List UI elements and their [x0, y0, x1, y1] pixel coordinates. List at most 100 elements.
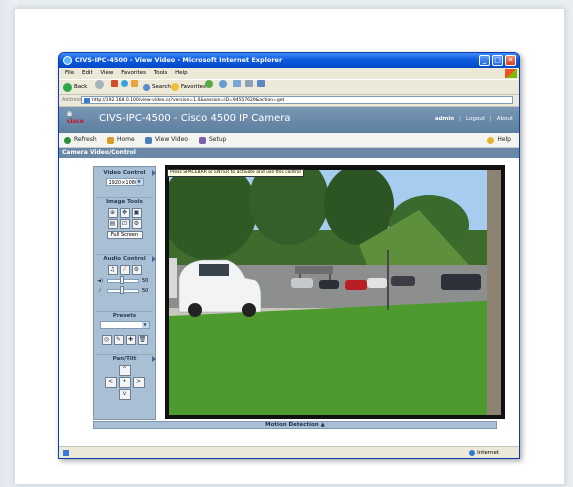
ie-icon: [63, 56, 72, 65]
menu-help[interactable]: Help: [175, 68, 188, 79]
cisco-logo-text: cisco: [67, 118, 84, 125]
audio-buttons: ♫ ⁄ ⚙: [96, 265, 153, 275]
forward-button[interactable]: [95, 80, 104, 89]
car-wheel: [242, 303, 256, 317]
tilt-up-button[interactable]: ^: [118, 365, 131, 376]
video-icon: [145, 136, 152, 144]
volume-slider-row: ◄) 50: [96, 276, 153, 286]
mic-mute-icon[interactable]: ⁄: [119, 265, 130, 275]
tilt-down-button[interactable]: v: [118, 389, 131, 400]
pan-right-button[interactable]: >: [132, 377, 145, 388]
image-tools-row-2: ▤ ⊡ ⚙: [96, 219, 153, 229]
menu-edit[interactable]: Edit: [82, 68, 93, 79]
volume-slider-handle[interactable]: [120, 276, 124, 284]
full-screen-button[interactable]: Full Screen: [106, 231, 143, 239]
minimize-button[interactable]: _: [479, 55, 490, 66]
nav-setup[interactable]: Setup: [199, 133, 226, 147]
pan-tilt-row-3: v: [96, 389, 153, 400]
video-control-group: Video Control 1920×1080 ▼: [96, 169, 156, 198]
live-video[interactable]: [169, 170, 501, 415]
lawn: [169, 300, 501, 415]
fit-icon[interactable]: ⊡: [119, 219, 130, 229]
parked-car: [319, 280, 339, 289]
media-button[interactable]: [205, 80, 213, 88]
tree-trunk: [487, 170, 501, 415]
menu-view[interactable]: View: [100, 68, 113, 79]
expand-arrow-icon[interactable]: [152, 256, 156, 262]
print-button[interactable]: [245, 80, 253, 87]
status-bar: Internet: [59, 446, 519, 458]
nav-refresh-label: Refresh: [74, 136, 97, 143]
menu-favorites[interactable]: Favorites: [121, 68, 146, 79]
refresh-page-icon: [121, 80, 128, 87]
back-arrow-icon: [63, 82, 72, 92]
mic-slider-handle[interactable]: [120, 286, 124, 294]
mail-icon: [233, 80, 241, 87]
nav-refresh[interactable]: Refresh: [64, 133, 97, 147]
audio-control-group: Audio Control ♫ ⁄ ⚙ ◄) 50 ♪ 50: [96, 255, 156, 312]
browser-toolbar: Back Search Favorites: [59, 80, 519, 95]
home-page-icon: [131, 80, 138, 87]
speaker-icon[interactable]: ♫: [107, 265, 118, 275]
search-button[interactable]: Search: [143, 80, 171, 94]
presets-title: Presets: [112, 313, 137, 319]
user-name: admin: [434, 116, 455, 122]
resolution-value: 1920×1080: [108, 180, 139, 186]
search-icon: [143, 83, 150, 91]
pan-home-button[interactable]: •: [118, 377, 131, 388]
nav-view-video[interactable]: View Video: [145, 133, 188, 147]
address-input[interactable]: http://192.168.0.100/view-video.cs?versi…: [81, 96, 513, 104]
expand-arrow-icon[interactable]: [152, 170, 156, 176]
app-header: ılıılı cisco CIVS-IPC-4500 - Cisco 4500 …: [59, 107, 519, 133]
logout-link[interactable]: Logout: [466, 116, 485, 122]
audio-settings-icon[interactable]: ⚙: [131, 265, 142, 275]
preset-goto-icon[interactable]: ◎: [101, 335, 112, 345]
nav-help[interactable]: Help: [487, 133, 511, 147]
move-icon[interactable]: ✥: [119, 208, 130, 218]
security-zone: Internet: [469, 447, 499, 458]
globe-icon: [469, 450, 476, 456]
car-windshield: [199, 264, 229, 276]
title-bar: CIVS-IPC-4500 - View Video - Microsoft I…: [59, 53, 519, 68]
menu-file[interactable]: File: [65, 68, 74, 79]
address-url: http://192.168.0.100/view-video.cs?versi…: [92, 98, 285, 103]
edit-button[interactable]: [257, 80, 265, 87]
motion-detection-toggle[interactable]: Motion Detection ▲: [93, 421, 497, 429]
control-panel: Video Control 1920×1080 ▼ Image Tools ⊕ …: [93, 166, 156, 420]
snapshot-icon[interactable]: ▣: [131, 208, 142, 218]
refresh-page-button[interactable]: [121, 80, 128, 87]
chevron-down-icon: ▼: [135, 179, 143, 185]
history-button[interactable]: [219, 80, 227, 88]
help-icon: [487, 136, 495, 144]
stop-button[interactable]: [111, 80, 118, 87]
mic-slider[interactable]: [107, 286, 139, 294]
preset-edit-icon[interactable]: ✎: [113, 335, 124, 345]
pan-left-button[interactable]: <: [104, 377, 117, 388]
volume-slider[interactable]: [107, 276, 139, 284]
cisco-logo: ılıılı cisco: [67, 111, 91, 129]
home-page-button[interactable]: [131, 80, 138, 87]
back-label: Back: [74, 84, 88, 90]
app-title: CIVS-IPC-4500 - Cisco 4500 IP Camera: [99, 113, 291, 124]
mail-button[interactable]: [233, 80, 241, 87]
favorites-label: Favorites: [181, 84, 206, 90]
expand-arrow-icon[interactable]: [152, 356, 156, 362]
close-button[interactable]: ✕: [505, 55, 516, 66]
browser-window: CIVS-IPC-4500 - View Video - Microsoft I…: [58, 52, 520, 459]
zone-label: Internet: [477, 450, 499, 456]
about-link[interactable]: About: [497, 116, 513, 122]
preset-add-icon[interactable]: ✚: [125, 335, 136, 345]
zoom-icon[interactable]: ⊕: [107, 208, 118, 218]
back-button[interactable]: Back: [63, 80, 87, 94]
menu-tools[interactable]: Tools: [154, 68, 168, 79]
nav-home[interactable]: Home: [107, 133, 135, 147]
favorites-button[interactable]: Favorites: [171, 80, 206, 94]
preset-delete-icon[interactable]: 🗑: [137, 335, 148, 345]
preset-select[interactable]: ▼: [99, 321, 150, 329]
maximize-button[interactable]: □: [492, 55, 503, 66]
star-icon: [171, 83, 179, 91]
settings-icon[interactable]: ⚙: [131, 219, 142, 229]
window-controls: _ □ ✕: [479, 55, 516, 66]
resolution-select[interactable]: 1920×1080 ▼: [105, 178, 144, 186]
record-icon[interactable]: ▤: [107, 219, 118, 229]
